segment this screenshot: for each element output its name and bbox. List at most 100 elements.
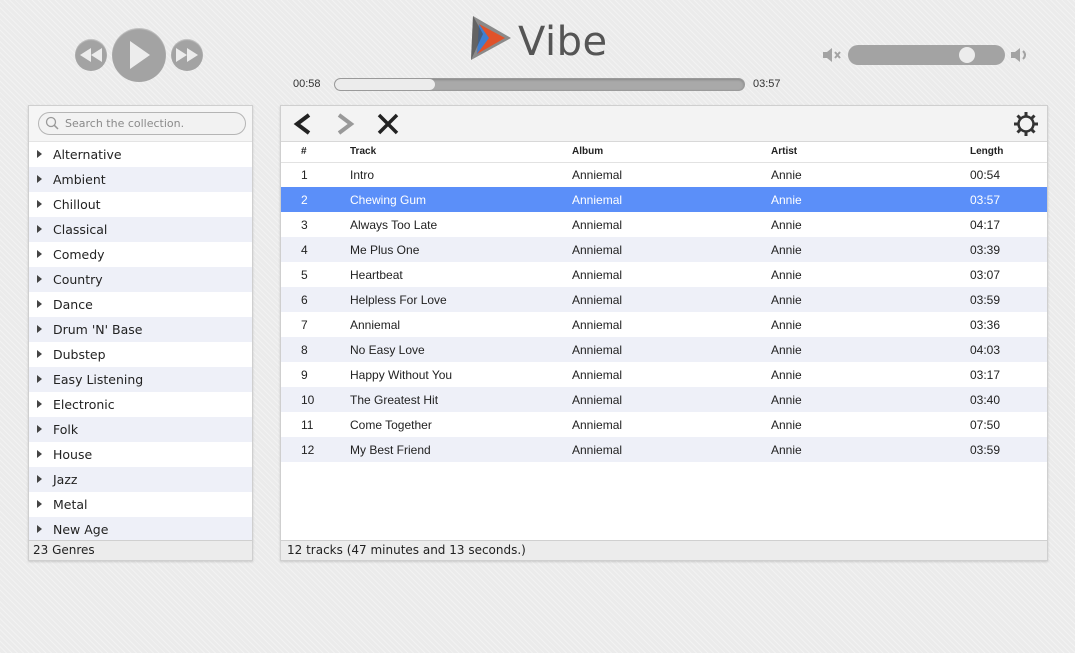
cell-number: 6	[301, 292, 308, 307]
genre-item[interactable]: Chillout	[29, 192, 252, 217]
expand-arrow-icon[interactable]	[37, 325, 42, 333]
progress-bar[interactable]	[334, 78, 745, 91]
table-row[interactable]: 12 My Best Friend Anniemal Annie 03:59	[281, 437, 1047, 462]
column-header-artist[interactable]: Artist	[771, 142, 970, 163]
cell-length: 03:36	[970, 317, 1001, 332]
genre-item[interactable]: Classical	[29, 217, 252, 242]
expand-arrow-icon[interactable]	[37, 525, 42, 533]
expand-arrow-icon[interactable]	[37, 400, 42, 408]
next-button[interactable]	[171, 39, 203, 71]
genre-item[interactable]: Country	[29, 267, 252, 292]
cell-artist: Annie	[771, 342, 802, 357]
genre-item[interactable]: House	[29, 442, 252, 467]
table-row[interactable]: 9 Happy Without You Anniemal Annie 03:17	[281, 362, 1047, 387]
genre-count: 23 Genres	[29, 540, 252, 560]
volume-knob[interactable]	[959, 47, 976, 63]
forward-button[interactable]	[332, 111, 358, 137]
fast-forward-icon	[176, 48, 198, 62]
volume-slider[interactable]	[848, 45, 1005, 65]
expand-arrow-icon[interactable]	[37, 200, 42, 208]
genre-item[interactable]: Comedy	[29, 242, 252, 267]
cell-number: 12	[301, 442, 315, 457]
table-row[interactable]: 4 Me Plus One Anniemal Annie 03:39	[281, 237, 1047, 262]
table-row[interactable]: 10 The Greatest Hit Anniemal Annie 03:40	[281, 387, 1047, 412]
table-row[interactable]: 3 Always Too Late Anniemal Annie 04:17	[281, 212, 1047, 237]
cell-track: Happy Without You	[350, 367, 453, 382]
table-row[interactable]: 2 Chewing Gum Anniemal Annie 03:57	[281, 187, 1047, 212]
expand-arrow-icon[interactable]	[37, 275, 42, 283]
mute-button[interactable]	[822, 45, 842, 65]
genre-item[interactable]: Drum 'N' Base	[29, 317, 252, 342]
genre-item[interactable]: Jazz	[29, 467, 252, 492]
table-row[interactable]: 8 No Easy Love Anniemal Annie 04:03	[281, 337, 1047, 362]
cell-artist: Annie	[771, 317, 802, 332]
cell-number: 2	[301, 192, 308, 207]
column-header-number[interactable]: #	[281, 142, 350, 163]
genre-panel: Alternative Ambient Chillout Classical Comed…	[28, 105, 253, 561]
column-header-length[interactable]: Length	[970, 142, 1047, 163]
cell-album: Anniemal	[572, 267, 623, 282]
genre-label: Folk	[53, 422, 79, 437]
cell-artist: Annie	[771, 242, 802, 257]
back-button[interactable]	[290, 111, 316, 137]
genre-label: Easy Listening	[53, 372, 144, 387]
genre-item[interactable]: Folk	[29, 417, 252, 442]
column-header-album[interactable]: Album	[572, 142, 771, 163]
genre-label: Drum 'N' Base	[53, 322, 143, 337]
cell-length: 00:54	[970, 167, 1001, 182]
play-button[interactable]	[112, 28, 166, 82]
genre-label: Ambient	[53, 172, 106, 187]
settings-button[interactable]	[1013, 111, 1039, 137]
close-button[interactable]	[375, 111, 401, 137]
cell-number: 9	[301, 367, 308, 382]
cell-artist: Annie	[771, 417, 802, 432]
column-header-track[interactable]: Track	[350, 142, 572, 163]
cell-track: My Best Friend	[350, 442, 431, 457]
cell-length: 03:57	[970, 192, 1001, 207]
expand-arrow-icon[interactable]	[37, 250, 42, 258]
track-toolbar	[281, 106, 1047, 142]
cell-album: Anniemal	[572, 192, 623, 207]
table-row[interactable]: 7 Anniemal Anniemal Annie 03:36	[281, 312, 1047, 337]
genre-item[interactable]: Ambient	[29, 167, 252, 192]
expand-arrow-icon[interactable]	[37, 350, 42, 358]
cell-album: Anniemal	[572, 292, 623, 307]
genre-item[interactable]: New Age	[29, 517, 252, 542]
cell-track: No Easy Love	[350, 342, 425, 357]
search-bar	[29, 106, 252, 142]
table-row[interactable]: 1 Intro Anniemal Annie 00:54	[281, 162, 1047, 187]
genre-item[interactable]: Alternative	[29, 142, 252, 167]
cell-length: 03:59	[970, 292, 1001, 307]
genre-item[interactable]: Dubstep	[29, 342, 252, 367]
cell-album: Anniemal	[572, 442, 623, 457]
max-volume-button[interactable]	[1010, 45, 1030, 65]
expand-arrow-icon[interactable]	[37, 475, 42, 483]
expand-arrow-icon[interactable]	[37, 500, 42, 508]
table-row[interactable]: 11 Come Together Anniemal Annie 07:50	[281, 412, 1047, 437]
search-input[interactable]	[38, 112, 246, 135]
expand-arrow-icon[interactable]	[37, 375, 42, 383]
cell-track: Me Plus One	[350, 242, 420, 257]
expand-arrow-icon[interactable]	[37, 450, 42, 458]
table-row[interactable]: 6 Helpless For Love Anniemal Annie 03:59	[281, 287, 1047, 312]
cell-number: 1	[301, 167, 308, 182]
genre-item[interactable]: Metal	[29, 492, 252, 517]
genre-label: Country	[53, 272, 103, 287]
expand-arrow-icon[interactable]	[37, 300, 42, 308]
genre-item[interactable]: Dance	[29, 292, 252, 317]
genre-label: Alternative	[53, 147, 122, 162]
cell-album: Anniemal	[572, 317, 623, 332]
expand-arrow-icon[interactable]	[37, 175, 42, 183]
cell-album: Anniemal	[572, 342, 623, 357]
previous-button[interactable]	[75, 39, 107, 71]
table-row[interactable]: 5 Heartbeat Anniemal Annie 03:07	[281, 262, 1047, 287]
cell-album: Anniemal	[572, 392, 623, 407]
genre-item[interactable]: Easy Listening	[29, 367, 252, 392]
expand-arrow-icon[interactable]	[37, 225, 42, 233]
expand-arrow-icon[interactable]	[37, 150, 42, 158]
genre-label: Classical	[53, 222, 108, 237]
cell-artist: Annie	[771, 392, 802, 407]
expand-arrow-icon[interactable]	[37, 425, 42, 433]
genre-item[interactable]: Electronic	[29, 392, 252, 417]
gear-icon	[1014, 112, 1038, 136]
